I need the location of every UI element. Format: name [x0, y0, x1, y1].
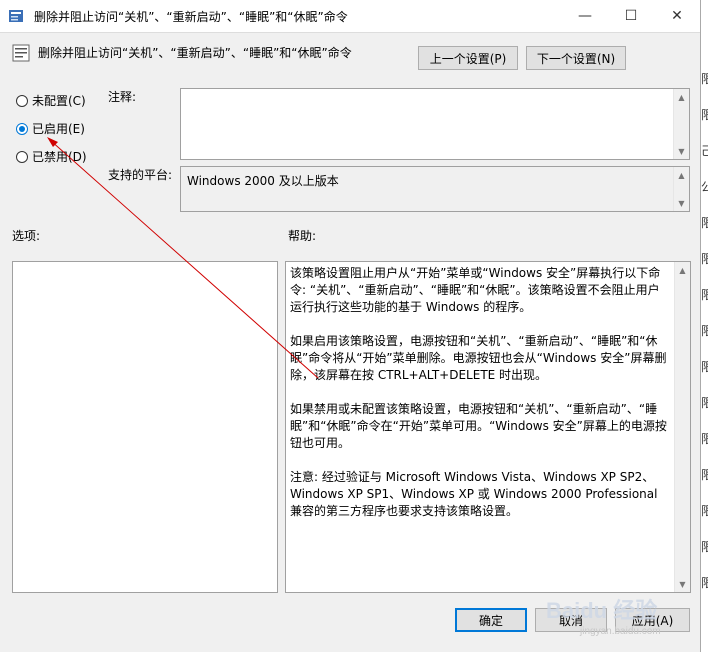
scroll-up-icon[interactable]: ▲ [675, 262, 690, 278]
radio-disabled-indicator[interactable] [16, 150, 28, 163]
radio-enabled-label: 已启用(E) [32, 122, 85, 136]
radio-disabled[interactable]: 已禁用(D) [16, 148, 87, 165]
platform-scrollbar[interactable]: ▲ ▼ [673, 167, 689, 211]
policy-dialog: 删除并阻止访问“关机”、“重新启动”、“睡眠”和“休眠”命令 — ☐ ✕ 删除并… [0, 0, 701, 652]
close-button[interactable]: ✕ [654, 0, 700, 32]
previous-setting-button[interactable]: 上一个设置(P) [418, 46, 518, 70]
policy-title: 删除并阻止访问“关机”、“重新启动”、“睡眠”和“休眠”命令 [38, 46, 352, 60]
maximize-button[interactable]: ☐ [608, 0, 654, 32]
background-char: 限 [701, 432, 708, 446]
background-char: 公 [701, 180, 708, 194]
radio-enabled-indicator[interactable] [16, 122, 28, 135]
help-paragraph: 如果禁用或未配置该策略设置，电源按钮和“关机”、“重新启动”、“睡眠”和“休眠”… [290, 402, 667, 450]
background-char: 限 [701, 396, 708, 410]
radio-not-configured-label: 未配置(C) [32, 94, 86, 108]
background-char: 限 [701, 504, 708, 518]
scroll-down-icon[interactable]: ▼ [674, 195, 689, 211]
background-char: 己 [701, 144, 708, 158]
help-paragraph: 该策略设置阻止用户从“开始”菜单或“Windows 安全”屏幕执行以下命令: “… [290, 266, 661, 314]
policy-setting-icon [12, 44, 30, 62]
background-char: 限 [701, 216, 708, 230]
help-label: 帮助: [288, 229, 317, 243]
background-char: 限 [701, 252, 708, 266]
help-paragraph: 如果启用该策略设置，电源按钮和“关机”、“重新启动”、“睡眠”和“休眠”命令将从… [290, 334, 667, 382]
help-text: 该策略设置阻止用户从“开始”菜单或“Windows 安全”屏幕执行以下命令: “… [290, 265, 670, 537]
scroll-up-icon[interactable]: ▲ [674, 89, 689, 105]
comment-textarea[interactable]: ▲ ▼ [180, 88, 690, 160]
background-char: 限 [701, 540, 708, 554]
platform-value: Windows 2000 及以上版本 [187, 174, 339, 188]
close-icon: ✕ [671, 8, 683, 24]
ok-button[interactable]: 确定 [455, 608, 527, 632]
maximize-icon: ☐ [624, 8, 638, 24]
background-char: 限 [701, 108, 708, 122]
comment-label: 注释: [108, 90, 137, 104]
help-scrollbar[interactable]: ▲ ▼ [674, 262, 690, 592]
platform-field: Windows 2000 及以上版本 ▲ ▼ [180, 166, 690, 212]
radio-not-configured-indicator[interactable] [16, 94, 28, 107]
window-title: 删除并阻止访问“关机”、“重新启动”、“睡眠”和“休眠”命令 [34, 10, 348, 24]
background-char: 限 [701, 576, 708, 590]
comment-scrollbar[interactable]: ▲ ▼ [673, 89, 689, 159]
policy-app-icon [9, 10, 23, 22]
next-setting-button[interactable]: 下一个设置(N) [526, 46, 626, 70]
apply-button[interactable]: 应用(A) [615, 608, 690, 632]
cancel-button[interactable]: 取消 [535, 608, 607, 632]
help-panel: 该策略设置阻止用户从“开始”菜单或“Windows 安全”屏幕执行以下命令: “… [285, 261, 691, 593]
options-label: 选项: [12, 229, 41, 243]
title-bar: 删除并阻止访问“关机”、“重新启动”、“睡眠”和“休眠”命令 — ☐ ✕ [0, 0, 700, 33]
background-char: 限 [701, 468, 708, 482]
radio-enabled[interactable]: 已启用(E) [16, 120, 85, 137]
scroll-down-icon[interactable]: ▼ [674, 143, 689, 159]
scroll-up-icon[interactable]: ▲ [674, 167, 689, 183]
radio-disabled-label: 已禁用(D) [32, 150, 87, 164]
background-char: 限 [701, 360, 708, 374]
radio-not-configured[interactable]: 未配置(C) [16, 92, 86, 109]
background-char: 限 [701, 288, 708, 302]
background-char: 限 [701, 324, 708, 338]
minimize-button[interactable]: — [562, 0, 608, 32]
platform-label: 支持的平台: [108, 168, 173, 182]
scroll-down-icon[interactable]: ▼ [675, 576, 690, 592]
help-paragraph: 注意: 经过验证与 Microsoft Windows Vista、Window… [290, 470, 658, 518]
minimize-icon: — [578, 8, 592, 24]
options-panel [12, 261, 278, 593]
background-char: 限 [701, 72, 708, 86]
